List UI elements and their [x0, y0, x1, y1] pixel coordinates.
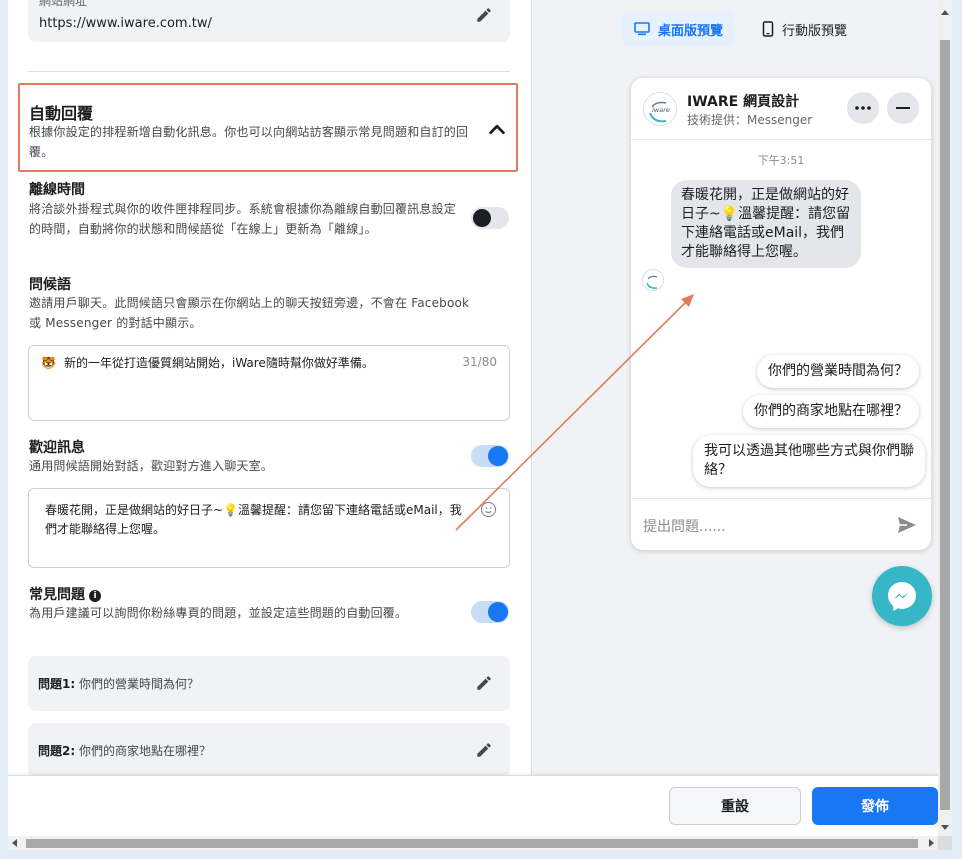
faq-question-text: 你們的營業時間為何？ — [78, 677, 199, 691]
minimize-icon — [896, 107, 910, 109]
dialog-frame: 網站網址 https://www.iware.com.tw/ 自動回覆 根據你設… — [8, 0, 938, 836]
desktop-icon — [634, 22, 650, 36]
website-url-label: 網站網址 — [39, 0, 88, 8]
pencil-icon[interactable] — [475, 741, 493, 759]
welcome-description: 通用問候語開始對話，歡迎對方進入聊天室。 — [29, 459, 274, 473]
tiger-emoji-icon: 🐯 — [41, 356, 56, 370]
greeting-text: 新的一年從打造優質網站開始，iWare隨時幫你做好準備。 — [64, 356, 374, 370]
greeting-description: 邀請用戶聊天。此問候語只會顯示在你網站上的聊天按鈕旁邊，不會在 Facebook… — [29, 296, 470, 330]
greeting-title: 問候語 — [29, 277, 71, 293]
scroll-left-icon[interactable] — [12, 839, 17, 847]
website-url-field[interactable]: 網站網址 https://www.iware.com.tw/ — [28, 0, 510, 42]
chat-input-placeholder: 提出問題...... — [643, 519, 726, 535]
logo-text: iware — [652, 106, 670, 114]
send-icon[interactable] — [897, 516, 917, 534]
toggle-knob — [473, 209, 491, 227]
footer-bar: 重設 發佈 — [8, 775, 938, 836]
info-icon[interactable]: i — [89, 590, 101, 602]
faq-title-row: 常見問題 i — [29, 584, 101, 604]
chat-window: iware IWARE 網頁設計 技術提供：Messenger 下午3:51 春… — [631, 78, 931, 550]
auto-reply-description: 根據你設定的排程新增自動化訊息。你也可以向網站訪客顯示常見問題和自訂的回覆。 — [29, 125, 469, 159]
toggle-knob — [488, 602, 508, 622]
section-divider — [28, 71, 510, 72]
auto-reply-title: 自動回覆 — [29, 104, 94, 123]
more-options-button[interactable] — [847, 92, 879, 124]
offline-toggle[interactable] — [471, 207, 509, 229]
tab-desktop-label: 桌面版預覽 — [658, 23, 724, 39]
faq-item[interactable]: 問題1: 你們的營業時間為何？ — [28, 656, 510, 711]
more-dots-icon — [855, 106, 871, 110]
sender-avatar — [642, 269, 664, 291]
faq-question: 問題2: 你們的商家地點在哪裡？ — [38, 742, 211, 759]
tab-desktop-preview[interactable]: 桌面版預覽 — [622, 12, 736, 46]
chat-message-bubble: 春暖花開，正是做網站的好日子~💡溫馨提醒：請您留下連絡電話或eMail，我們才能… — [671, 180, 861, 268]
tab-mobile-label: 行動版預覽 — [782, 23, 848, 39]
faq-toggle[interactable] — [471, 601, 509, 623]
chat-timestamp: 下午3:51 — [757, 154, 805, 167]
quick-reply-button[interactable]: 你們的商家地點在哪裡？ — [743, 395, 919, 428]
faq-question-label: 問題2: — [38, 744, 76, 758]
chat-page-name: IWARE 網頁設計 — [687, 94, 800, 110]
offline-description: 將洽談外掛程式與你的收件匣排程同步。系統會根據你為離線自動回覆訊息設定的時間，自… — [29, 202, 457, 236]
quick-reply-button[interactable]: 你們的營業時間為何？ — [757, 355, 919, 388]
scroll-thumb[interactable] — [940, 40, 950, 810]
scroll-thumb[interactable] — [26, 839, 918, 848]
welcome-text: 春暖花開，正是做網站的好日子~💡溫馨提醒：請您留下連絡電話或eMail，我們才能… — [45, 503, 462, 536]
scroll-right-icon[interactable] — [929, 839, 934, 847]
pencil-icon[interactable] — [475, 674, 493, 692]
page-logo: iware — [643, 92, 677, 126]
mobile-icon — [762, 21, 774, 37]
faq-question-label: 問題1: — [38, 677, 76, 691]
messenger-icon — [888, 582, 916, 611]
settings-panel: 網站網址 https://www.iware.com.tw/ 自動回覆 根據你設… — [8, 0, 530, 775]
messenger-chat-button[interactable] — [872, 566, 932, 626]
welcome-input[interactable]: 春暖花開，正是做網站的好日子~💡溫馨提醒：請您留下連絡電話或eMail，我們才能… — [28, 488, 510, 568]
faq-description: 為用戶建議可以詢問你粉絲專頁的問題，並設定這些問題的自動回覆。 — [29, 606, 408, 620]
chevron-up-icon[interactable] — [486, 118, 508, 140]
offline-title: 離線時間 — [29, 182, 85, 198]
scroll-up-icon[interactable] — [941, 10, 949, 15]
website-url-value: https://www.iware.com.tw/ — [39, 16, 212, 31]
faq-question: 問題1: 你們的營業時間為何？ — [38, 675, 199, 692]
greeting-input[interactable]: 🐯 新的一年從打造優質網站開始，iWare隨時幫你做好準備。 31/80 — [28, 345, 510, 421]
chat-header: iware IWARE 網頁設計 技術提供：Messenger — [631, 78, 931, 140]
reset-button[interactable]: 重設 — [669, 787, 801, 825]
preview-panel: 桌面版預覽 行動版預覽 iware IWARE 網頁設計 技術提供：Messen… — [531, 0, 938, 775]
chat-powered-by: 技術提供：Messenger — [687, 113, 813, 127]
faq-question-text: 你們的商家地點在哪裡？ — [78, 744, 211, 758]
publish-button[interactable]: 發佈 — [812, 787, 938, 825]
greeting-counter: 31/80 — [462, 355, 497, 369]
pencil-icon[interactable] — [475, 6, 493, 24]
scroll-down-icon[interactable] — [941, 825, 949, 830]
quick-reply-button[interactable]: 我可以透過其他哪些方式與你們聯絡？ — [693, 435, 925, 487]
scrollbar-corner — [938, 836, 952, 850]
minimize-button[interactable] — [887, 92, 919, 124]
faq-item[interactable]: 問題2: 你們的商家地點在哪裡？ — [28, 723, 510, 775]
welcome-title: 歡迎訊息 — [29, 440, 85, 456]
welcome-toggle[interactable] — [471, 445, 509, 467]
vertical-scrollbar[interactable] — [938, 0, 952, 836]
emoji-icon[interactable] — [480, 501, 497, 518]
tab-mobile-preview[interactable]: 行動版預覽 — [750, 12, 859, 46]
toggle-knob — [488, 446, 508, 466]
faq-title: 常見問題 — [29, 587, 85, 603]
horizontal-scrollbar[interactable] — [8, 836, 938, 850]
chat-input-bar[interactable]: 提出問題...... — [631, 498, 931, 550]
